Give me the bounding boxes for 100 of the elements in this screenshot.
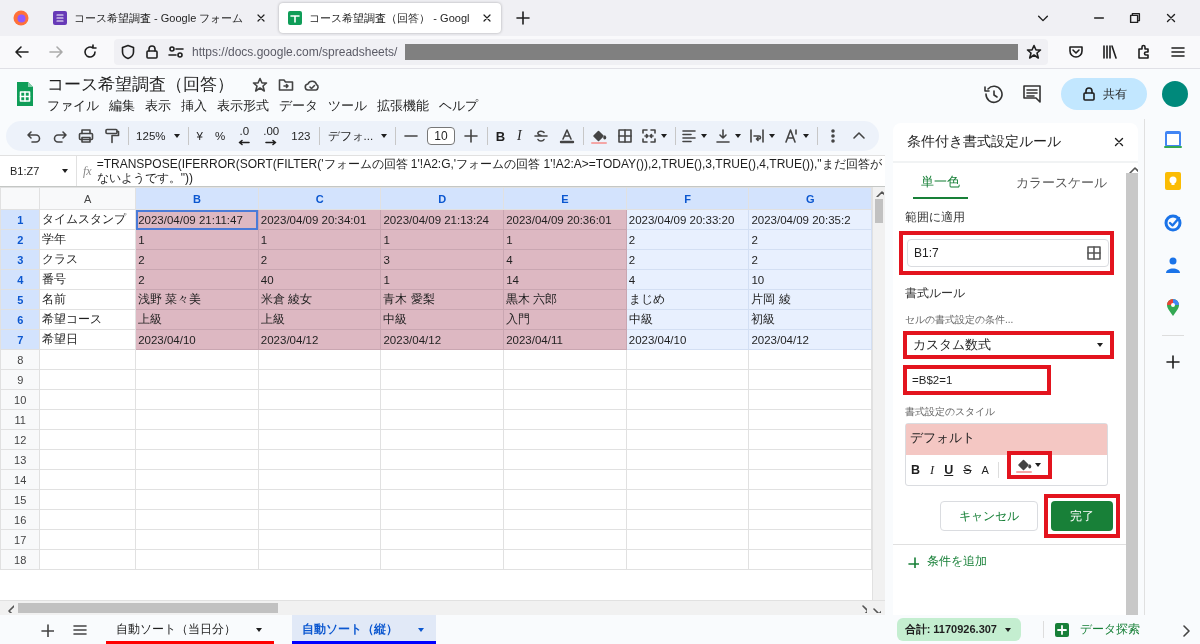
condition-dropdown[interactable]: カスタム数式 (909, 336, 1109, 354)
fill-color-icon[interactable] (590, 128, 607, 144)
add-sheet-icon[interactable] (40, 622, 54, 637)
scrollbar-thumb[interactable] (18, 603, 278, 613)
back-icon[interactable] (14, 44, 30, 60)
menu-item[interactable]: 拡張機能 (377, 98, 429, 115)
address-bar[interactable]: https://docs.google.com/spreadsheets/ (114, 39, 1048, 65)
task-check-icon[interactable] (1162, 213, 1183, 233)
toolbar-button[interactable]: 123 (288, 124, 314, 148)
menu-item[interactable]: 編集 (109, 98, 135, 115)
column-header[interactable]: G (748, 187, 872, 210)
reload-icon[interactable] (82, 44, 98, 60)
row-header[interactable]: 15 (0, 489, 40, 510)
row-header[interactable]: 10 (0, 389, 40, 410)
comment-icon[interactable] (1021, 83, 1043, 105)
vertical-scrollbar[interactable] (1126, 163, 1138, 615)
calendar-icon[interactable] (1162, 129, 1183, 149)
star-icon[interactable] (252, 76, 268, 93)
row-header[interactable]: 16 (0, 509, 40, 530)
menu-item[interactable]: ファイル (47, 98, 99, 115)
row-header[interactable]: 6 (0, 309, 40, 330)
column-header[interactable]: F (626, 187, 749, 210)
new-tab-icon[interactable] (515, 10, 532, 26)
column-header[interactable]: B (135, 187, 259, 210)
pocket-icon[interactable] (1068, 44, 1084, 60)
row-header[interactable]: 5 (0, 289, 40, 310)
restore-icon[interactable] (1128, 11, 1142, 25)
text-color-icon[interactable] (558, 128, 575, 144)
row-header[interactable]: 4 (0, 269, 40, 290)
fill-color-button[interactable] (1014, 457, 1044, 473)
toolbar-button[interactable]: % (212, 124, 229, 148)
row-header[interactable]: 12 (0, 429, 40, 450)
chevron-up-icon[interactable] (1126, 163, 1138, 173)
dropdown-button[interactable]: 125% (134, 124, 182, 148)
folder-move-icon[interactable] (278, 76, 294, 93)
borders-icon[interactable] (616, 128, 633, 144)
italic-button[interactable]: I (929, 462, 936, 478)
document-title[interactable]: コース希望調査（回答） (47, 73, 234, 96)
scrollbar-thumb[interactable] (875, 199, 883, 223)
row-header[interactable]: 7 (0, 329, 40, 350)
row-header[interactable]: 8 (0, 349, 40, 370)
history-icon[interactable] (983, 84, 1003, 104)
bold-button[interactable]: B (910, 463, 922, 477)
extensions-icon[interactable] (1136, 44, 1152, 60)
row-header[interactable]: 11 (0, 409, 40, 430)
row-header[interactable]: 2 (0, 229, 40, 250)
menu-item[interactable]: 挿入 (181, 98, 207, 115)
corner-cell[interactable] (0, 187, 40, 210)
tab[interactable]: カラースケール (1008, 169, 1115, 199)
firefox-logo-icon[interactable] (12, 9, 30, 27)
row-header[interactable]: 9 (0, 369, 40, 390)
print-icon[interactable] (78, 128, 94, 144)
column-header[interactable]: A (39, 187, 136, 210)
column-header[interactable]: E (503, 187, 627, 210)
menu-item[interactable]: 表示 (145, 98, 171, 115)
menu-item[interactable]: ヘルプ (439, 98, 478, 115)
italic-button[interactable]: I (514, 124, 525, 148)
strikethrough-icon[interactable] (532, 128, 549, 144)
done-button[interactable]: 完了 (1051, 501, 1113, 531)
formula-field[interactable]: =B$2=1 (909, 371, 1045, 389)
lock-icon[interactable] (144, 44, 160, 60)
browser-tab[interactable]: コース希望調査 - Google フォーム (44, 3, 276, 33)
dropdown-button[interactable]: デフォ... (325, 124, 390, 148)
text-color-button[interactable]: A (980, 464, 990, 476)
range-field[interactable]: B1:7 (907, 239, 1109, 267)
add-rule-link[interactable]: 条件を追加 (893, 545, 1001, 578)
row-header[interactable]: 17 (0, 529, 40, 550)
library-icon[interactable] (1102, 44, 1118, 60)
vertical-scrollbar[interactable] (872, 187, 885, 600)
shield-icon[interactable] (120, 44, 136, 60)
column-header[interactable]: C (258, 187, 381, 210)
tab[interactable]: 単一色 (913, 169, 968, 199)
decimal-button[interactable]: .00 (260, 124, 283, 148)
bookmark-star-icon[interactable] (1026, 44, 1042, 60)
menu-icon[interactable] (1170, 44, 1186, 60)
avatar[interactable] (1162, 81, 1188, 107)
row-header[interactable]: 14 (0, 469, 40, 490)
undo-icon[interactable] (26, 128, 42, 144)
formula-text[interactable]: =TRANSPOSE(IFERROR(SORT(FILTER('フォームの回答 1'!A2:G,'フォームの回答 1'!A2:A>=TODAY()),2,TRUE(),3,TRUE(),4,TRUE()),"まだ回答がないようです。")) (96, 156, 885, 186)
decimal-button[interactable]: .0 (234, 124, 255, 148)
underline-button[interactable]: U (943, 463, 955, 477)
plus-icon[interactable] (462, 128, 479, 144)
select-range-icon[interactable] (1086, 245, 1102, 261)
row-header[interactable]: 1 (0, 209, 40, 230)
close-icon[interactable] (1164, 11, 1178, 25)
sheet-tab[interactable]: 自動ソート（当日分） (106, 615, 274, 644)
menu-item[interactable]: ツール (328, 98, 367, 115)
explore-button[interactable]: データ探索 (1043, 621, 1140, 638)
toolbar-button[interactable]: ¥ (193, 124, 206, 148)
sum-button[interactable]: 合計: 1170926.307 (896, 618, 1021, 641)
row-header[interactable]: 18 (0, 549, 40, 570)
horizontal-scrollbar[interactable] (0, 600, 885, 615)
font-size-field[interactable]: 10 (427, 127, 455, 145)
share-button[interactable]: 共有 (1061, 78, 1147, 110)
menu-item[interactable]: 表示形式 (217, 98, 269, 115)
browser-tab[interactable]: コース希望調査（回答） - Googl (279, 3, 502, 33)
strikethrough-button[interactable]: S (962, 463, 973, 477)
row-header[interactable]: 13 (0, 449, 40, 470)
permissions-icon[interactable] (168, 44, 184, 60)
paint-format-icon[interactable] (104, 128, 120, 144)
